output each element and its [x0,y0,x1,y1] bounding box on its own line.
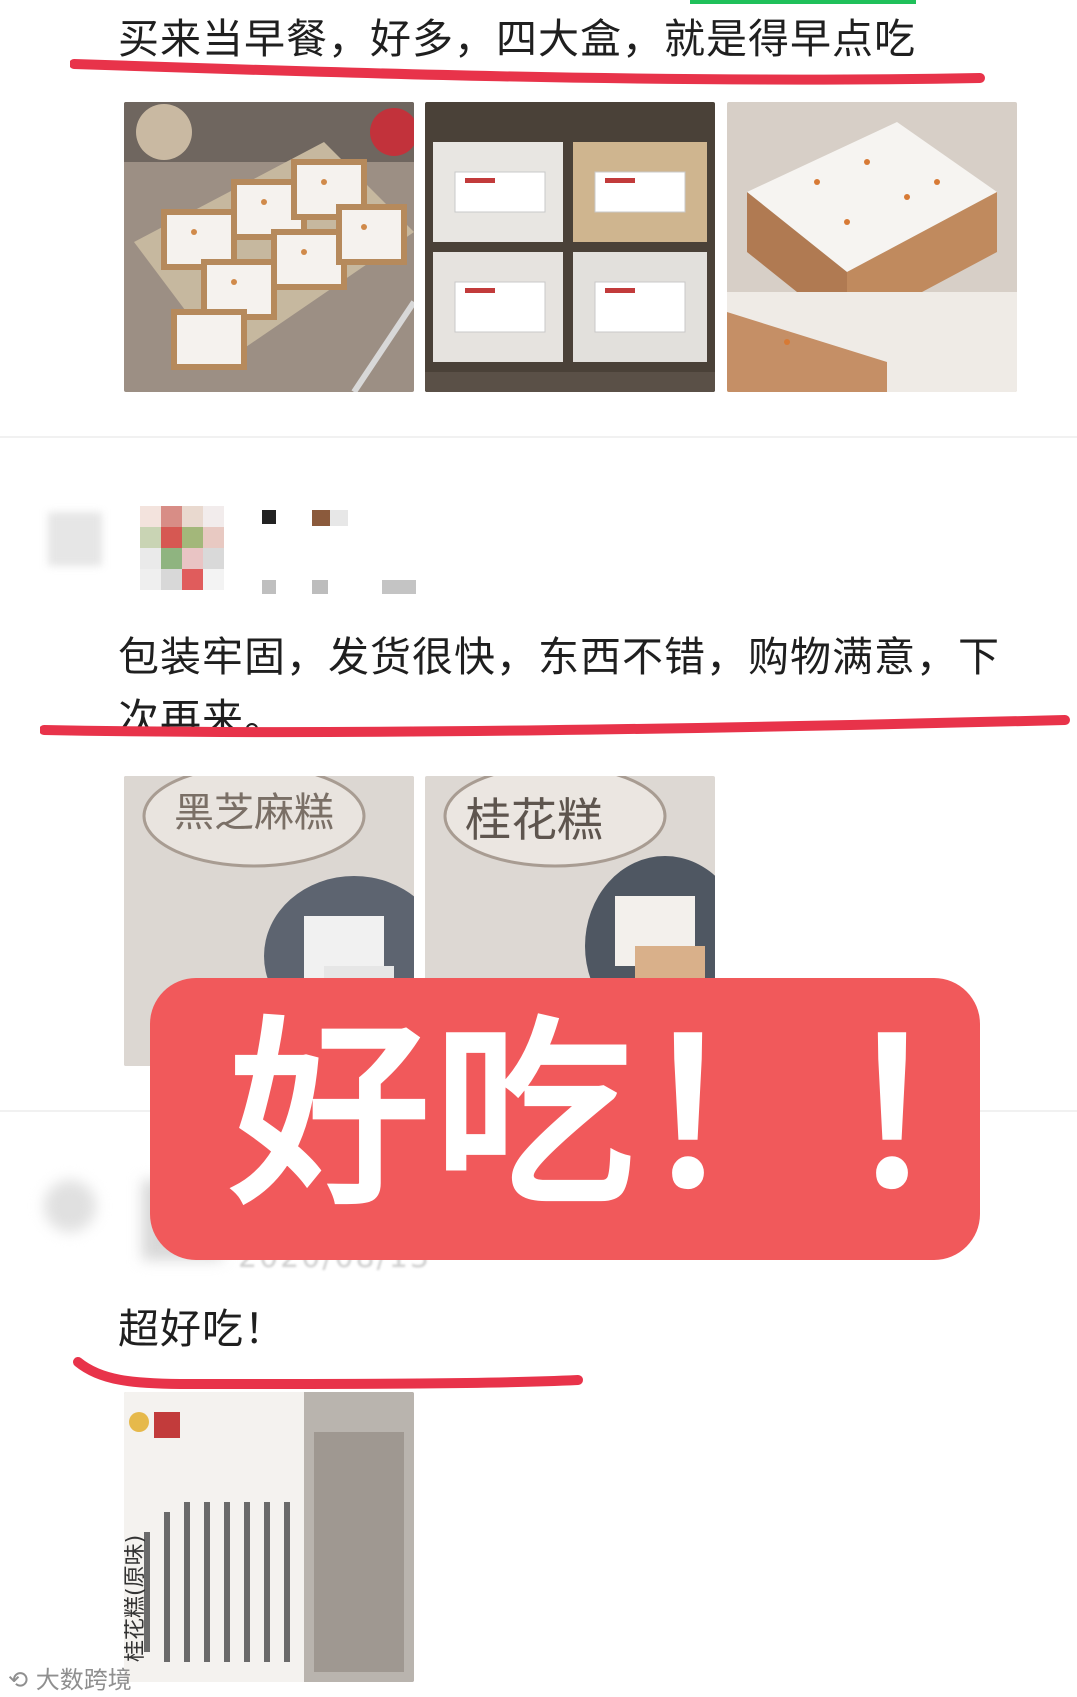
date-pixel [262,580,276,594]
overlay-sticker: 好吃！！ [150,978,1042,1260]
red-underline-2 [40,715,1070,738]
overlay-sticker-text: 好吃！！ [230,1000,1047,1233]
level-badge-icon [48,512,102,566]
review-photo-3-1[interactable]: 桂花糕(原味) [124,1392,414,1682]
review-photo-1-1[interactable] [124,102,414,392]
username-pixel [312,510,330,526]
box-label-black-sesame: 黑芝麻糕 [174,790,334,836]
review-divider-1 [0,436,1077,438]
level-badge-icon [44,1180,96,1232]
username-pixel [330,510,348,526]
review-text-2-line1: 包装牢固，发货很快，东西不错，购物满意，下 [118,633,1000,681]
watermark: ⟲ 大数跨境 [8,1660,132,1695]
top-accent-bar [690,0,916,4]
review-photo-1-3[interactable] [727,102,1017,392]
username-pixel [262,510,276,524]
watermark-logo-icon: ⟲ [8,1666,29,1694]
date-pixel [382,580,416,594]
watermark-text: 大数跨境 [35,1666,132,1694]
product-label-text: 桂花糕(原味) [124,1535,148,1662]
red-underline-1 [70,59,985,85]
box-label-osmanthus: 桂花糕 [465,793,603,847]
avatar[interactable] [140,506,224,592]
date-pixel [312,580,328,594]
review-photo-1-2[interactable] [425,102,715,392]
